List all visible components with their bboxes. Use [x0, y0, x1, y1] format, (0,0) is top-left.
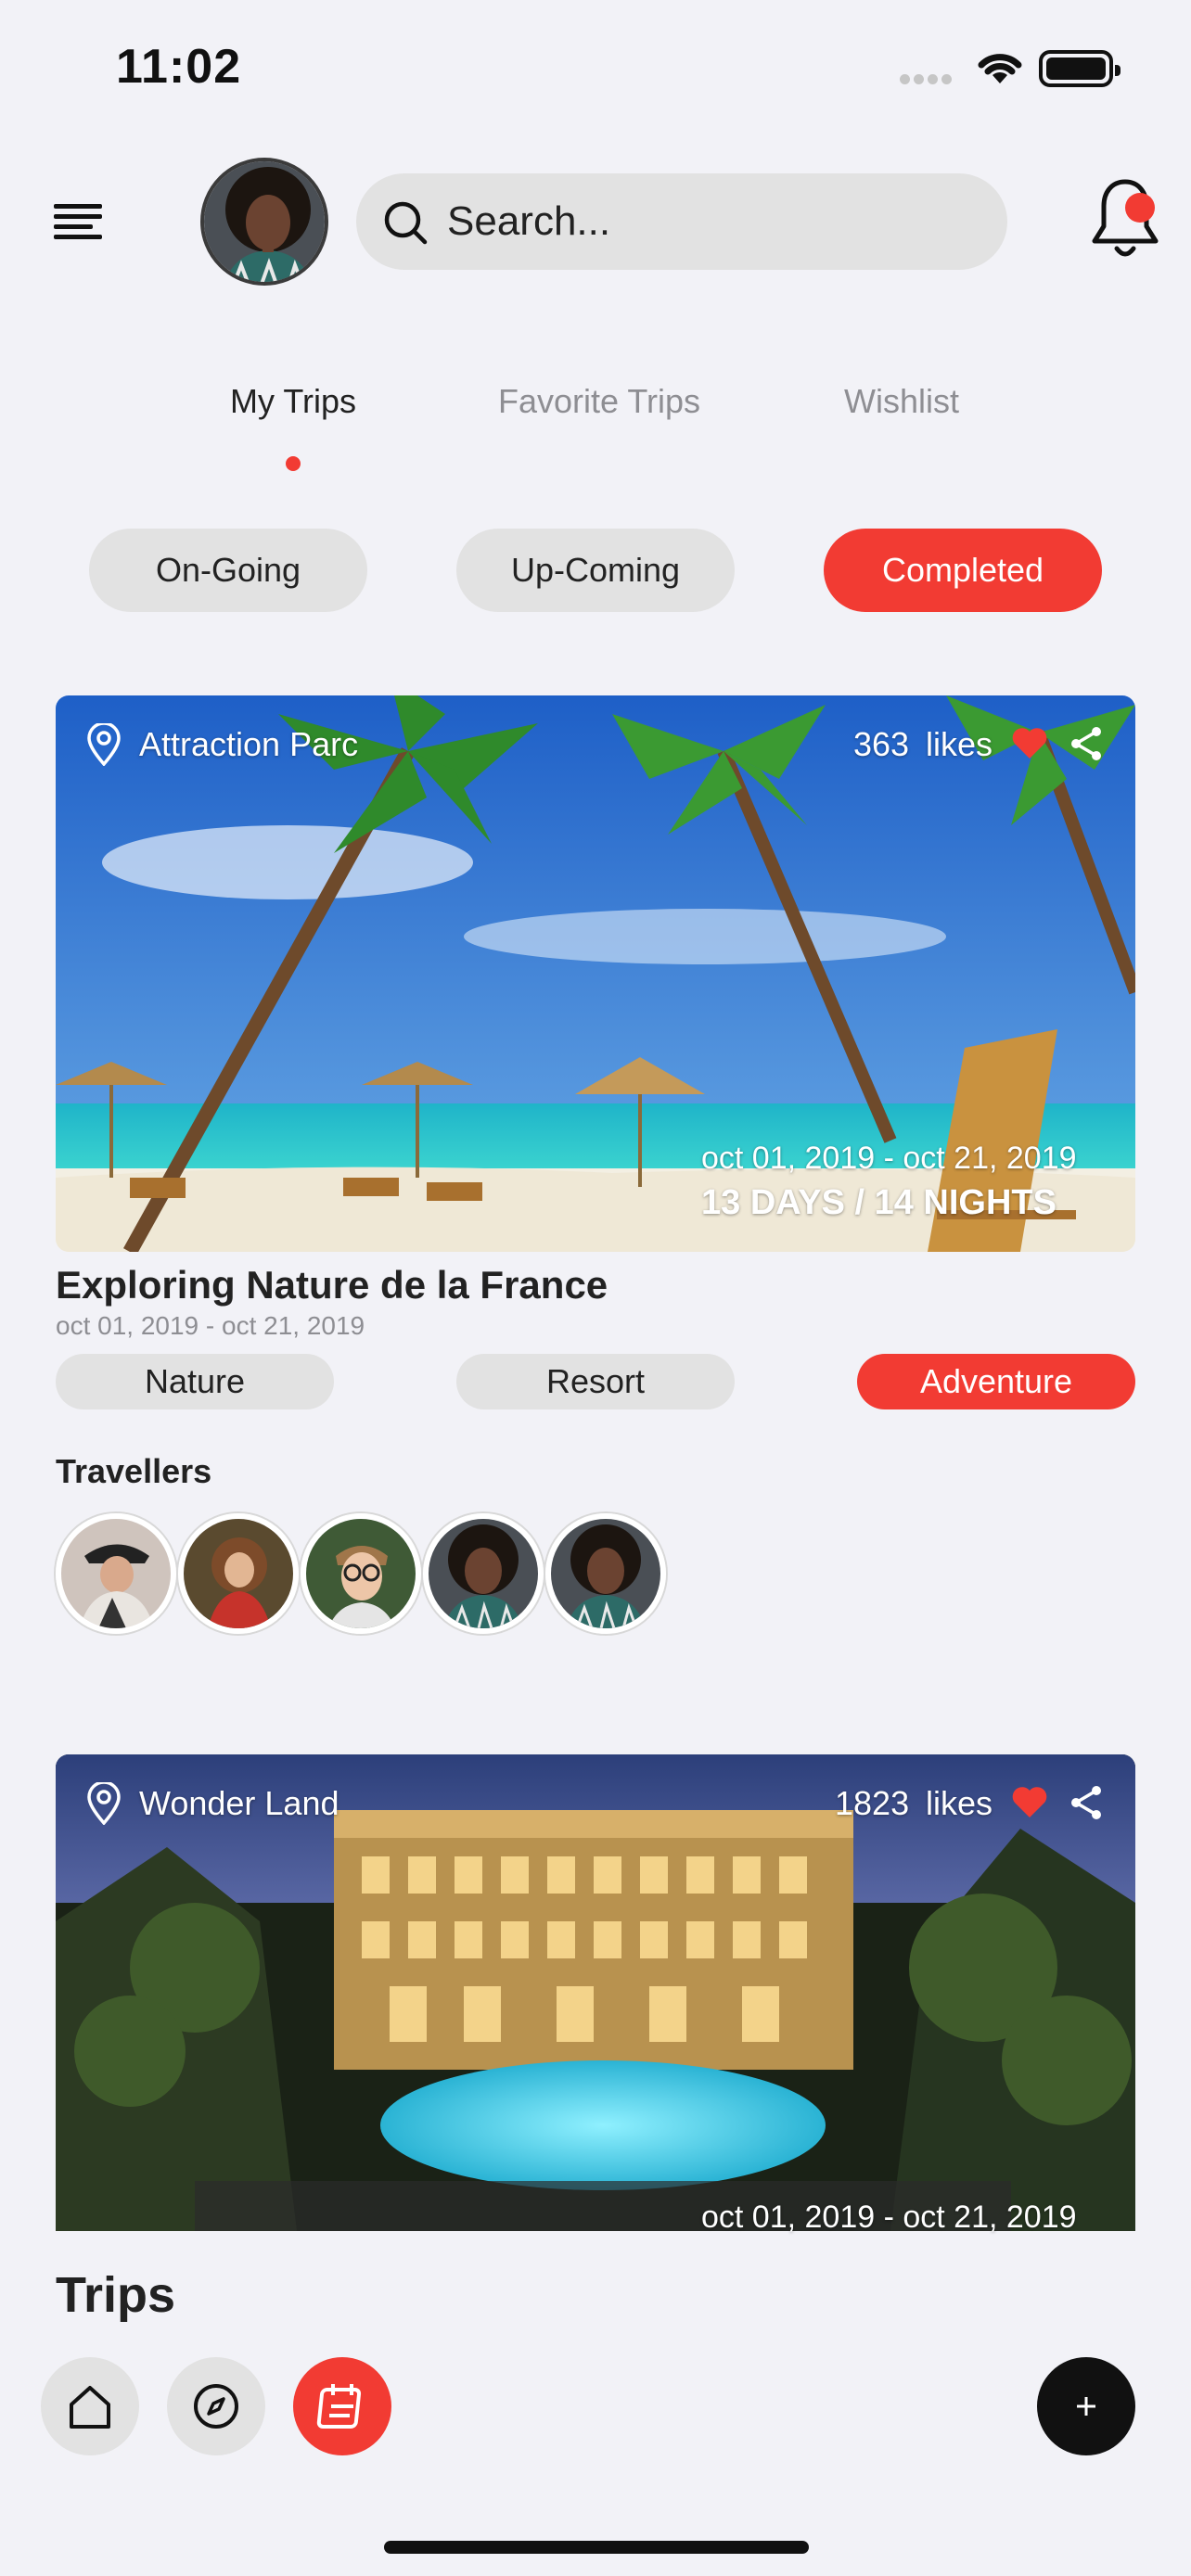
nav-trips-button[interactable]	[293, 2357, 391, 2455]
heart-icon[interactable]	[1011, 727, 1048, 760]
trip-dates-overlay: oct 01, 2019 - oct 21, 2019	[701, 1141, 1077, 1176]
tag-adventure[interactable]: Adventure	[857, 1354, 1135, 1409]
likes-count: 363	[853, 725, 910, 763]
likes-count: 1823	[835, 1784, 910, 1822]
compass-icon	[194, 2384, 238, 2429]
trip-card-image[interactable]	[56, 1754, 1135, 2231]
tag-resort[interactable]: Resort	[456, 1354, 735, 1409]
home-icon	[70, 2386, 110, 2429]
filter-completed[interactable]: Completed	[824, 529, 1102, 612]
plus-icon	[1077, 2397, 1095, 2416]
cellular-signal-icon	[900, 72, 959, 84]
trip-dates: oct 01, 2019 - oct 21, 2019	[56, 1311, 365, 1340]
traveller-avatar[interactable]	[56, 1513, 176, 1634]
wifi-icon	[978, 54, 1022, 83]
search-icon	[384, 201, 428, 245]
share-icon[interactable]	[1069, 725, 1104, 762]
heart-icon[interactable]	[1011, 1786, 1048, 1819]
filter-on-going[interactable]: On-Going	[89, 529, 367, 612]
traveller-avatar[interactable]	[545, 1513, 666, 1634]
tab-favorite-trips[interactable]: Favorite Trips	[460, 382, 738, 421]
location-pin-icon	[87, 723, 121, 766]
travellers-label: Travellers	[56, 1452, 212, 1490]
nav-explore-button[interactable]	[167, 2357, 265, 2455]
notification-badge	[1125, 193, 1155, 223]
search-bar[interactable]	[356, 173, 1007, 270]
location-pin-icon	[87, 1782, 121, 1825]
traveller-avatar[interactable]	[178, 1513, 299, 1634]
notification-bell-icon[interactable]	[1083, 174, 1167, 263]
resort-photo	[56, 1754, 1135, 2231]
trip-location: Attraction Parc	[139, 725, 359, 763]
search-input[interactable]	[447, 194, 967, 249]
add-trip-button[interactable]	[1037, 2357, 1135, 2455]
likes-label: likes	[926, 725, 993, 763]
tag-nature[interactable]: Nature	[56, 1354, 334, 1409]
traveller-avatar[interactable]	[301, 1513, 421, 1634]
calendar-icon	[316, 2384, 362, 2429]
section-title: Trips	[56, 2267, 176, 2323]
battery-icon	[1039, 50, 1121, 87]
menu-icon[interactable]	[54, 204, 102, 239]
share-icon[interactable]	[1069, 1784, 1104, 1821]
tab-wishlist[interactable]: Wishlist	[762, 382, 1041, 421]
trip-title[interactable]: Exploring Nature de la France	[56, 1263, 608, 1307]
likes-label: likes	[926, 1784, 993, 1822]
home-indicator	[384, 2541, 809, 2554]
trip-dates-overlay: oct 01, 2019 - oct 21, 2019	[701, 2200, 1077, 2235]
trip-location: Wonder Land	[139, 1784, 339, 1822]
active-tab-indicator	[286, 456, 301, 471]
status-time: 11:02	[116, 40, 242, 94]
traveller-avatar[interactable]	[423, 1513, 544, 1634]
filter-up-coming[interactable]: Up-Coming	[456, 529, 735, 612]
trip-duration: 13 DAYS / 14 NIGHTS	[701, 1183, 1057, 1222]
nav-home-button[interactable]	[41, 2357, 139, 2455]
user-avatar[interactable]	[200, 158, 328, 286]
tab-my-trips[interactable]: My Trips	[154, 382, 432, 421]
